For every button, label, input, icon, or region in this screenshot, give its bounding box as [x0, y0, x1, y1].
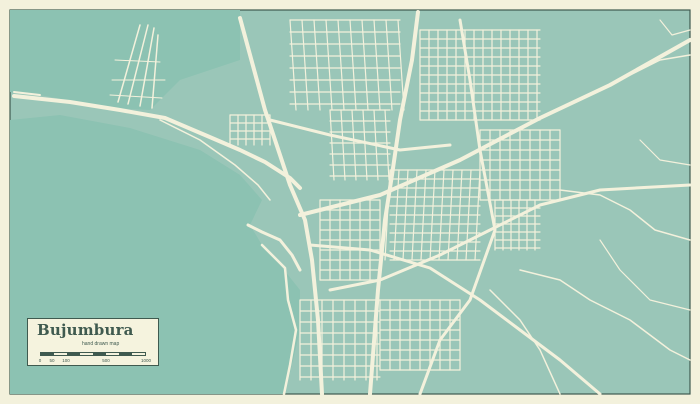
scale-segment	[41, 353, 54, 355]
scale-segment	[54, 353, 67, 355]
scale-tick-label: 50	[49, 358, 55, 363]
city-name-title: Bujumbura	[37, 321, 134, 339]
scale-segment	[93, 353, 106, 355]
map-subtitle: hand drawn map	[82, 341, 120, 347]
scale-tick-label: 1000	[140, 358, 152, 363]
scale-segment	[80, 353, 93, 355]
scale-segment	[106, 353, 119, 355]
map-legend: Bujumbura hand drawn map 0 50 100 500 10…	[27, 318, 159, 366]
scale-bar	[40, 352, 146, 356]
map-page: Bujumbura hand drawn map 0 50 100 500 10…	[0, 0, 700, 404]
scale-tick-label: 500	[102, 358, 110, 363]
scale-tick-label: 0	[38, 358, 42, 363]
scale-segment	[119, 353, 132, 355]
scale-segment	[132, 353, 145, 355]
scale-tick-label: 100	[62, 358, 70, 363]
scale-labels: 0 50 100 500 1000	[28, 358, 160, 365]
scale-segment	[67, 353, 80, 355]
